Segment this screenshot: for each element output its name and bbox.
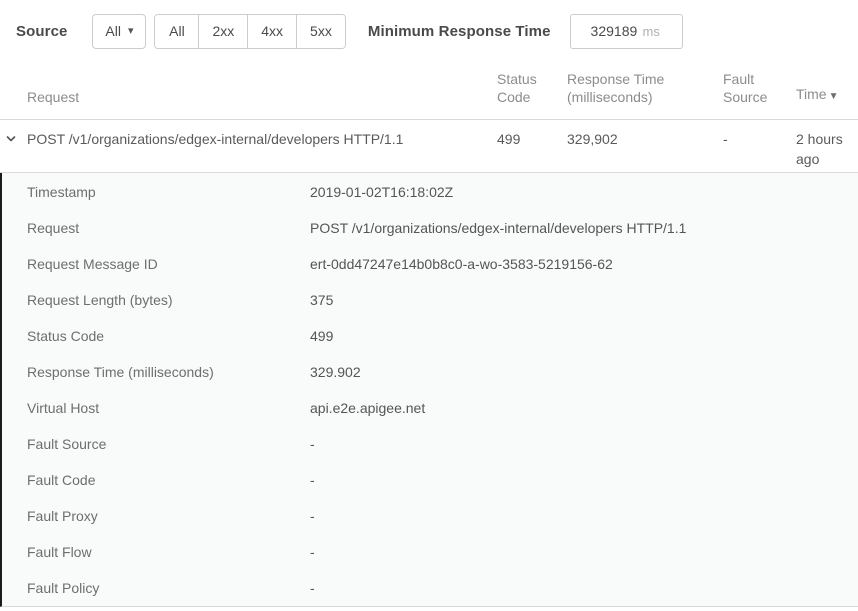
detail-value: api.e2e.apigee.net	[310, 400, 858, 416]
request-detail-panel: Timestamp2019-01-02T16:18:02ZRequestPOST…	[0, 173, 858, 607]
table-header: Request Status Code Response Time (milli…	[0, 62, 858, 120]
detail-label: Timestamp	[27, 184, 310, 200]
detail-row: Status Code499	[2, 318, 858, 354]
detail-value: -	[310, 472, 858, 488]
api-monitoring-page: Source All ▾ All2xx4xx5xx Minimum Respon…	[0, 0, 858, 607]
detail-row: Fault Flow-	[2, 534, 858, 570]
status-filter-1[interactable]: 2xx	[199, 15, 248, 48]
column-header-fault-source[interactable]: Fault Source	[723, 70, 796, 119]
request-cell: POST /v1/organizations/edgex-internal/de…	[0, 120, 497, 172]
response-time-cell: 329,902	[567, 120, 723, 172]
detail-label: Response Time (milliseconds)	[27, 364, 310, 380]
min-response-time-field: ms	[570, 14, 683, 49]
source-dropdown-value: All	[105, 23, 121, 39]
detail-label: Request Length (bytes)	[27, 292, 310, 308]
detail-value: ert-0dd47247e14b0b8c0-a-wo-3583-5219156-…	[310, 256, 858, 272]
detail-value: 499	[310, 328, 858, 344]
detail-value: POST /v1/organizations/edgex-internal/de…	[310, 220, 858, 236]
detail-label: Status Code	[27, 328, 310, 344]
detail-row: Fault Code-	[2, 462, 858, 498]
status-filter-3[interactable]: 5xx	[297, 15, 345, 48]
detail-row: Request Message IDert-0dd47247e14b0b8c0-…	[2, 246, 858, 282]
table-row[interactable]: POST /v1/organizations/edgex-internal/de…	[0, 120, 858, 173]
detail-row: Virtual Hostapi.e2e.apigee.net	[2, 390, 858, 426]
detail-label: Fault Policy	[27, 580, 310, 596]
detail-value: -	[310, 436, 858, 452]
ms-unit-label: ms	[643, 24, 660, 39]
detail-row: Fault Source-	[2, 426, 858, 462]
status-filter-0[interactable]: All	[155, 15, 199, 48]
status-filter-2[interactable]: 4xx	[248, 15, 297, 48]
detail-value: 375	[310, 292, 858, 308]
detail-value: -	[310, 580, 858, 596]
min-response-time-input[interactable]	[571, 16, 643, 47]
status-filter-group: All2xx4xx5xx	[154, 14, 345, 49]
fault-source-cell: -	[723, 120, 796, 172]
request-text: POST /v1/organizations/edgex-internal/de…	[27, 131, 403, 147]
detail-label: Request Message ID	[27, 256, 310, 272]
detail-row: Timestamp2019-01-02T16:18:02Z	[2, 174, 858, 210]
detail-value: -	[310, 508, 858, 524]
min-response-time-label: Minimum Response Time	[368, 23, 551, 40]
sort-desc-icon: ▼	[829, 91, 839, 102]
detail-row: Request Length (bytes)375	[2, 282, 858, 318]
detail-label: Fault Code	[27, 472, 310, 488]
source-dropdown[interactable]: All ▾	[92, 14, 146, 49]
column-header-time[interactable]: Time▼	[796, 85, 858, 119]
source-label: Source	[16, 23, 67, 40]
detail-row: Response Time (milliseconds)329.902	[2, 354, 858, 390]
column-header-request[interactable]: Request	[0, 88, 497, 119]
detail-label: Fault Proxy	[27, 508, 310, 524]
detail-label: Fault Source	[27, 436, 310, 452]
detail-value: 2019-01-02T16:18:02Z	[310, 184, 858, 200]
time-cell: 2 hours ago	[796, 120, 858, 172]
chevron-down-icon: ▾	[128, 26, 134, 37]
time-header-label: Time	[796, 86, 827, 102]
detail-label: Virtual Host	[27, 400, 310, 416]
detail-label: Fault Flow	[27, 544, 310, 560]
detail-label: Request	[27, 220, 310, 236]
filter-bar: Source All ▾ All2xx4xx5xx Minimum Respon…	[0, 0, 858, 62]
status-code-cell: 499	[497, 120, 567, 172]
detail-value: 329.902	[310, 364, 858, 380]
detail-row: Fault Policy-	[2, 570, 858, 606]
column-header-status-code[interactable]: Status Code	[497, 70, 567, 119]
detail-value: -	[310, 544, 858, 560]
column-header-response-time[interactable]: Response Time (milliseconds)	[567, 70, 723, 119]
detail-row: RequestPOST /v1/organizations/edgex-inte…	[2, 210, 858, 246]
detail-row: Fault Proxy-	[2, 498, 858, 534]
chevron-expand-icon[interactable]	[3, 131, 19, 147]
